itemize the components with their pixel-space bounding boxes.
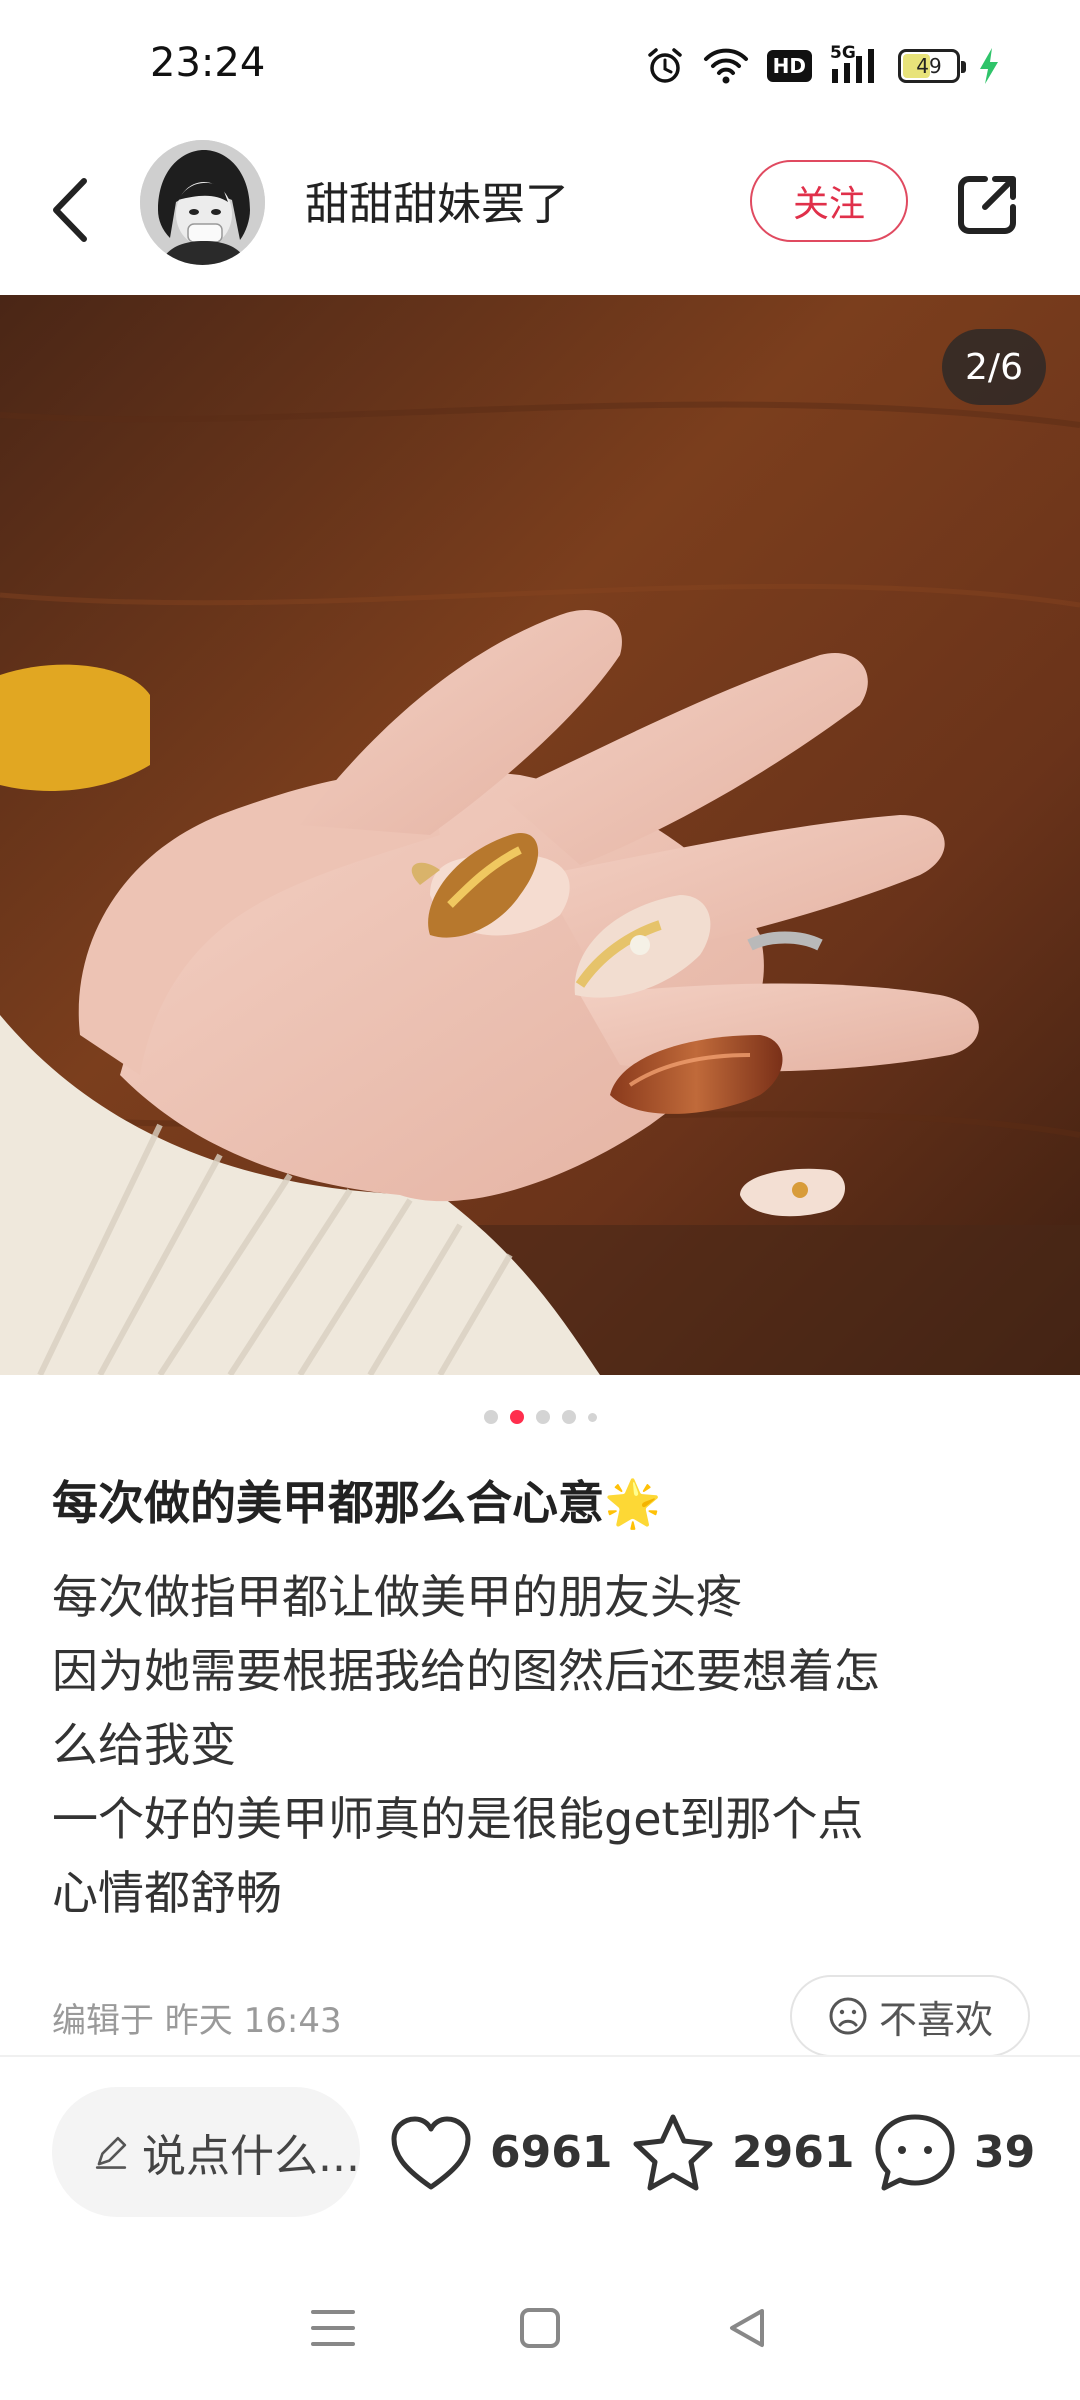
menu-icon [311,2309,356,2346]
post-body-line: 么给我变 [52,1718,236,1772]
post-title: 每次做的美甲都那么合心意🌟 [52,1470,1032,1536]
post-title-text: 每次做的美甲都那么合心意 [52,1476,604,1530]
carousel-dot-2[interactable] [509,1410,524,1424]
back-icon [53,178,87,242]
recent-apps-button[interactable] [303,2298,363,2358]
post-body: 每次做指甲都让做美甲的朋友头疼 因为她需要根据我给的图然后还要想着怎 么给我变 … [52,1560,1032,1930]
post-body-line: 心情都舒畅 [52,1866,282,1920]
dislike-label: 不喜欢 [878,1997,993,2042]
back-nav-icon [729,2308,764,2347]
carousel-indicator [0,1405,1080,1429]
carousel-dot-more [587,1412,597,1422]
status-bar: 23:24 HD 5G 49 [0,0,1080,130]
hd-icon: HD [766,50,812,82]
signal-icon: 5G [830,43,880,85]
system-nav-bar [0,2280,1080,2375]
comment-bubble-icon [875,2114,955,2190]
post-body-line: 一个好的美甲师真的是很能get到那个点 [52,1792,864,1846]
alarm-icon [645,46,685,86]
bottom-action-bar: 说点什么... 6961 2961 39 [0,2085,1080,2220]
pencil-icon [95,2136,127,2169]
dislike-button[interactable]: 不喜欢 [790,1975,1030,2057]
wifi-icon [703,47,749,85]
back-nav-button[interactable] [717,2298,777,2358]
share-icon [958,176,1016,234]
share-button[interactable] [952,168,1024,240]
collect-button[interactable]: 2961 [630,2105,854,2200]
comment-placeholder: 说点什么... [142,2131,360,2182]
heart-icon [391,2116,471,2189]
divider [0,2055,1080,2057]
collect-count: 2961 [732,2127,855,2178]
home-button[interactable] [510,2298,570,2358]
network-label: 5G [830,43,856,63]
comment-input[interactable]: 说点什么... [52,2087,360,2217]
follow-button[interactable]: 关注 [750,160,908,242]
star-icon [633,2114,713,2190]
charging-icon [978,47,1000,85]
battery-level: 49 [916,54,942,78]
back-button[interactable] [40,170,100,250]
carousel-dot-1[interactable] [483,1410,498,1424]
star-emoji-icon: 🌟 [604,1476,662,1530]
like-count: 6961 [490,2127,613,2178]
nail-art-photo [0,295,1080,1375]
image-page-counter: 2/6 [942,329,1046,405]
sad-face-icon [829,1997,867,2035]
post-body-line: 因为她需要根据我给的图然后还要想着怎 [52,1644,880,1698]
carousel-dot-4[interactable] [561,1410,576,1424]
status-icons: HD 5G 49 [645,43,1000,88]
post-image[interactable]: 2/6 [0,295,1080,1375]
edit-timestamp: 编辑于 昨天 16:43 [52,2001,342,2041]
home-icon [519,2307,560,2348]
battery-icon: 49 [898,49,966,83]
post-header: 甜甜甜妹罢了 关注 [0,130,1080,295]
comment-count: 39 [974,2127,1036,2178]
carousel-dot-3[interactable] [535,1410,550,1424]
username[interactable]: 甜甜甜妹罢了 [305,168,569,232]
status-time: 23:24 [150,40,266,86]
avatar[interactable] [140,140,265,265]
like-button[interactable]: 6961 [388,2105,612,2200]
comment-button[interactable]: 39 [872,2105,1035,2200]
post-body-line: 每次做指甲都让做美甲的朋友头疼 [52,1570,742,1624]
